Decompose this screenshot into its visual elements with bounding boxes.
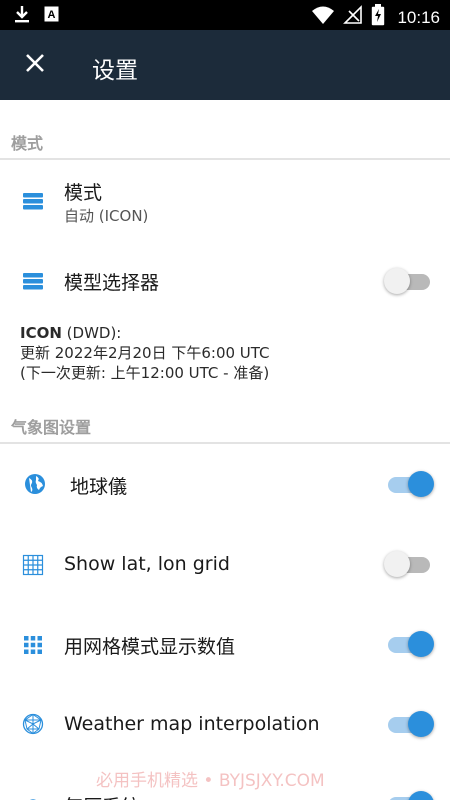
pressure-system-switch[interactable] [388,789,434,800]
setting-globe[interactable]: 地球儀 [0,444,450,524]
setting-title: Show lat, lon grid [64,553,230,575]
switch-thumb [384,268,410,294]
setting-title: Weather map interpolation [64,713,320,735]
switch-thumb [408,471,434,497]
switch-thumb [408,631,434,657]
setting-model-selector[interactable]: 模型选择器 [0,240,450,320]
setting-subtitle: 自动 (ICON) [64,207,149,225]
pressure-icon [22,793,44,800]
grid-values-switch[interactable] [388,629,434,659]
status-time: 10:16 [397,7,440,27]
globe-icon [24,473,46,495]
switch-thumb [408,711,434,737]
setting-title: 用网格模式显示数值 [64,636,236,658]
text-a-icon: A [44,6,59,27]
app-bar: 设置 [0,30,450,100]
section-header-label: 模式 [11,134,44,153]
section-header-label: 气象图设置 [11,418,92,437]
setting-title: 气压系统 [64,792,140,800]
wifi-icon [311,5,335,30]
no-signal-icon [343,5,363,30]
setting-title: 地球儀 [70,476,128,498]
model-name: ICON [20,324,62,342]
close-button[interactable] [18,48,52,82]
svg-text:A: A [48,9,56,21]
model-selector-switch[interactable] [384,266,432,296]
page-title: 设置 [92,58,138,84]
download-icon [14,5,30,28]
dots-grid-icon [22,634,44,656]
battery-charging-icon [371,4,385,31]
model-updated: 更新 2022年2月20日 下午6:00 UTC [20,344,270,362]
lat-lon-grid-switch[interactable] [384,549,432,579]
section-header-mode: 模式 [0,100,450,160]
model-source: (DWD): [61,324,122,342]
status-bar: A 10:16 [0,0,450,30]
model-info: ICON (DWD): 更新 2022年2月20日 下午6:00 UTC (下一… [20,323,270,383]
setting-grid-values[interactable]: 用网格模式显示数值 [0,604,450,684]
switch-thumb [384,551,410,577]
setting-title: 模式 [64,182,103,204]
model-next-update: (下一次更新: 上午12:00 UTC - 准备) [20,364,270,382]
setting-lat-lon-grid[interactable]: Show lat, lon grid [0,524,450,604]
watermark: 必用手机精选 • BYJSJXY.COM [96,771,325,791]
layers-icon [22,270,44,292]
setting-mode[interactable]: 模式 自动 (ICON) [0,160,450,240]
globe-switch[interactable] [388,469,434,499]
layers-icon [22,190,44,212]
interpolation-switch[interactable] [388,709,434,739]
setting-title: 模型选择器 [64,272,160,294]
mesh-sphere-icon [22,713,44,735]
grid-icon [22,554,44,576]
switch-thumb [408,791,434,800]
model-info-line-1: ICON (DWD): [20,323,270,343]
setting-interpolation[interactable]: Weather map interpolation [0,684,450,764]
section-header-weather-map: 气象图设置 [0,384,450,444]
close-icon [25,53,45,78]
